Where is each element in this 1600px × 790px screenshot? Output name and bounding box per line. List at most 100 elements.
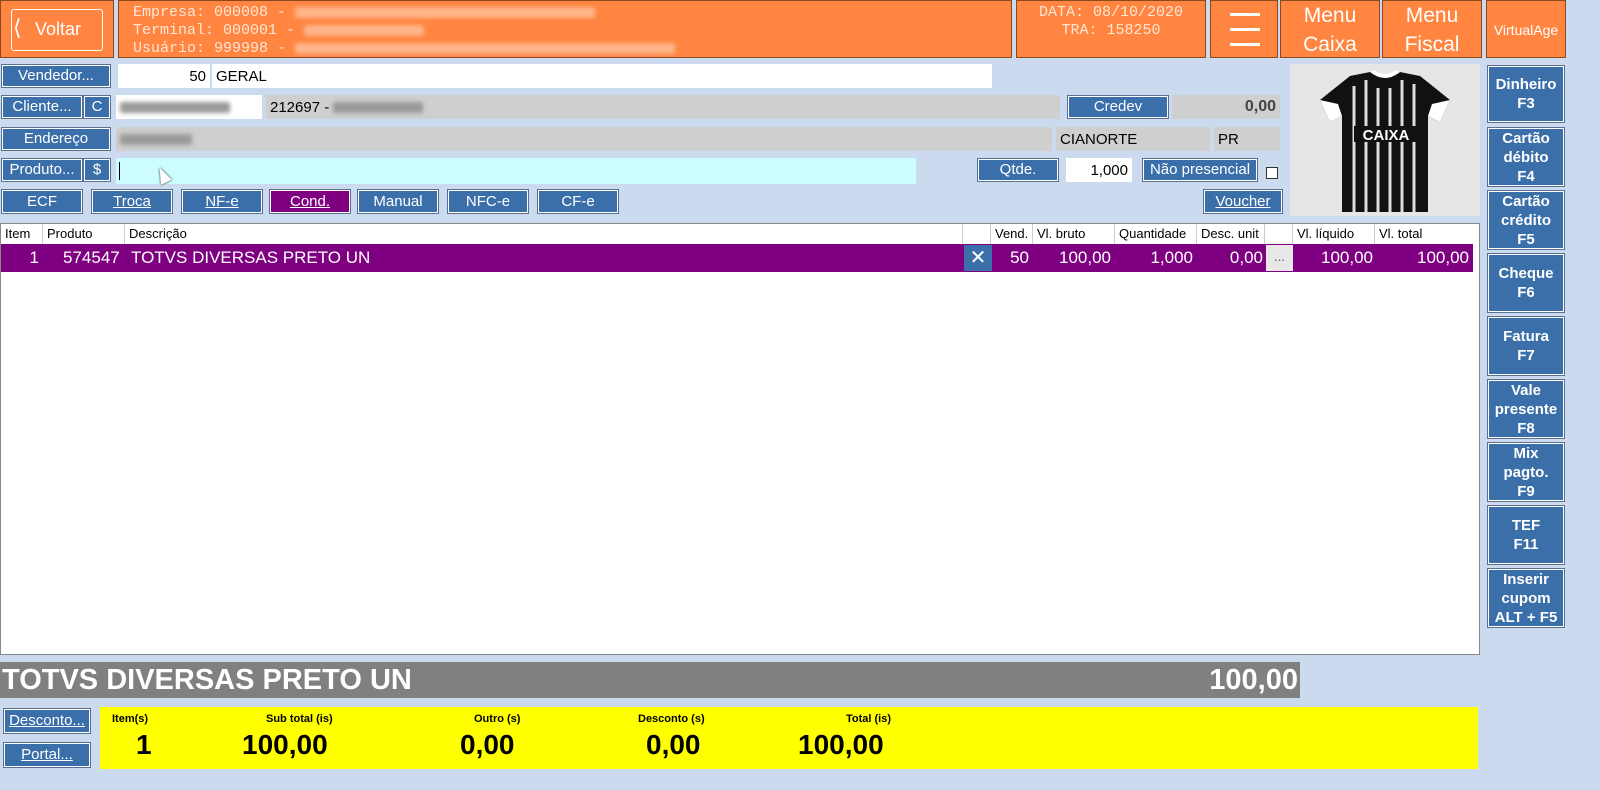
- nao-presencial-button[interactable]: Não presencial: [1142, 158, 1258, 182]
- cartao-debito-button[interactable]: Cartão débito F4: [1487, 127, 1565, 187]
- product-image: CAIXA: [1290, 64, 1480, 216]
- redacted-text: [120, 101, 230, 113]
- redacted-text: [120, 133, 192, 145]
- cell-vend: 50: [1010, 248, 1029, 267]
- subtotal-label: Sub total (is): [266, 713, 333, 725]
- table-row[interactable]: 1 574547 TOTVS DIVERSAS PRETO UN ✕ 50 10…: [1, 244, 1473, 272]
- mix-pagto-button[interactable]: Mix pagto. F9: [1487, 442, 1565, 502]
- jersey-image: CAIXA: [1320, 70, 1450, 212]
- virtualage-logo: VirtualAge: [1486, 0, 1566, 58]
- col-vl-total: Vl. total: [1379, 226, 1423, 241]
- subtotal-value: 100,00: [242, 729, 328, 760]
- produto-input[interactable]: [116, 158, 916, 184]
- vale-presente-button[interactable]: Vale presente F8: [1487, 379, 1565, 439]
- ecf-button[interactable]: ECF: [1, 189, 83, 214]
- uf-field: PR: [1214, 127, 1280, 151]
- vendedor-button[interactable]: Vendedor...: [1, 64, 111, 88]
- col-more: [1265, 224, 1293, 244]
- cell-descricao: TOTVS DIVERSAS PRETO UN: [131, 248, 371, 267]
- svg-text:CAIXA: CAIXA: [1363, 127, 1410, 144]
- vendedor-code-field[interactable]: 50: [118, 64, 210, 88]
- cliente-c-button[interactable]: C: [83, 95, 111, 119]
- outro-value: 0,00: [460, 729, 515, 760]
- cheque-button[interactable]: Cheque F6: [1487, 253, 1565, 313]
- col-descricao: Descrição: [125, 224, 963, 244]
- hamburger-icon: [1230, 13, 1260, 47]
- tra-text: TRA: 158250: [1061, 22, 1161, 39]
- produto-button[interactable]: Produto...: [1, 158, 83, 182]
- cartao-credito-button[interactable]: Cartão crédito F5: [1487, 190, 1565, 250]
- usuario-line: Usuário: 999998 -: [133, 40, 1011, 58]
- col-item: Item: [1, 224, 43, 244]
- cliente-document-field[interactable]: [116, 95, 262, 119]
- troca-button[interactable]: Troca: [91, 189, 173, 214]
- date-panel: DATA: 08/10/2020 TRA: 158250: [1016, 0, 1206, 58]
- qtde-input[interactable]: 1,000: [1066, 158, 1132, 182]
- selected-item-bar: TOTVS DIVERSAS PRETO UN 100,00: [0, 662, 1300, 698]
- itens-value: 1: [136, 729, 152, 760]
- cell-produto: 574547: [63, 248, 120, 267]
- cell-quantidade: 1,000: [1150, 248, 1193, 267]
- col-delete: [963, 224, 991, 244]
- redacted-text: [295, 6, 596, 18]
- nfe-button[interactable]: NF-e: [181, 189, 263, 214]
- hamburger-menu-button[interactable]: [1210, 0, 1278, 58]
- portal-button[interactable]: Portal...: [3, 742, 91, 768]
- endereco-button[interactable]: Endereço: [1, 127, 111, 151]
- menu-fiscal-button[interactable]: Menu Fiscal: [1382, 0, 1482, 58]
- more-options-button[interactable]: ...: [1266, 245, 1293, 271]
- close-icon: ✕: [969, 247, 987, 269]
- cell-vl-total: 100,00: [1417, 248, 1469, 267]
- col-desc-unit: Desc. unit: [1197, 224, 1265, 244]
- cell-vl-liquido: 100,00: [1321, 248, 1373, 267]
- redacted-text: [333, 101, 424, 113]
- cliente-name-field: 212697 -: [266, 95, 1060, 119]
- col-vl-bruto: Vl. bruto: [1033, 224, 1115, 244]
- cidade-field: CIANORTE: [1056, 127, 1210, 151]
- credev-button[interactable]: Credev: [1067, 95, 1169, 119]
- fatura-button[interactable]: Fatura F7: [1487, 316, 1565, 376]
- inserir-cupom-button[interactable]: Inserir cupom ALT + F5: [1487, 568, 1565, 628]
- voucher-button[interactable]: Voucher: [1203, 189, 1283, 214]
- col-vend: Vend.: [991, 224, 1033, 244]
- date-text: DATA: 08/10/2020: [1038, 4, 1184, 21]
- produto-price-button[interactable]: $: [83, 158, 111, 182]
- col-produto: Produto: [43, 224, 125, 244]
- cliente-button[interactable]: Cliente...: [1, 95, 83, 119]
- text-cursor: [119, 162, 120, 180]
- manual-button[interactable]: Manual: [357, 189, 439, 214]
- delete-row-button[interactable]: ✕: [964, 245, 992, 271]
- total-value: 100,00: [798, 729, 884, 760]
- chevron-left-icon: ⟨: [13, 15, 22, 40]
- desconto-total-label: Desconto (s): [638, 713, 705, 725]
- qtde-button[interactable]: Qtde.: [977, 158, 1059, 182]
- cell-item: 1: [29, 248, 39, 267]
- cond-button[interactable]: Cond.: [269, 189, 351, 214]
- endereco-field: [116, 127, 1052, 151]
- col-vl-liquido: Vl. líquido: [1293, 224, 1375, 244]
- cell-vl-bruto: 100,00: [1059, 248, 1111, 267]
- dinheiro-button[interactable]: Dinheiro F3: [1487, 65, 1565, 123]
- selected-item-description: TOTVS DIVERSAS PRETO UN: [2, 664, 412, 696]
- tef-button[interactable]: TEF F11: [1487, 505, 1565, 565]
- col-quantidade: Quantidade: [1115, 224, 1197, 244]
- terminal-line: Terminal: 000001 -: [133, 22, 1011, 40]
- selected-item-value: 100,00: [1209, 664, 1298, 696]
- nfce-button[interactable]: NFC-e: [447, 189, 529, 214]
- nao-presencial-checkbox[interactable]: [1266, 167, 1278, 179]
- redacted-text: [295, 42, 676, 54]
- desconto-button[interactable]: Desconto...: [3, 708, 91, 734]
- itens-label: Item(s): [112, 713, 149, 725]
- cfe-button[interactable]: CF-e: [537, 189, 619, 214]
- back-button-label: Voltar: [35, 19, 82, 39]
- menu-caixa-button[interactable]: Menu Caixa: [1280, 0, 1380, 58]
- empresa-line: Empresa: 000008 -: [133, 4, 1011, 22]
- redacted-text: [304, 24, 425, 36]
- back-button[interactable]: ⟨ Voltar: [0, 0, 114, 58]
- total-label: Total (is): [846, 713, 892, 725]
- grid-header: Item Produto Descrição Vend. Vl. bruto Q…: [1, 224, 1479, 244]
- credev-value: 0,00: [1172, 95, 1280, 119]
- outro-label: Outro (s): [474, 713, 521, 725]
- desconto-total-value: 0,00: [646, 729, 701, 760]
- items-grid[interactable]: Item Produto Descrição Vend. Vl. bruto Q…: [0, 223, 1480, 655]
